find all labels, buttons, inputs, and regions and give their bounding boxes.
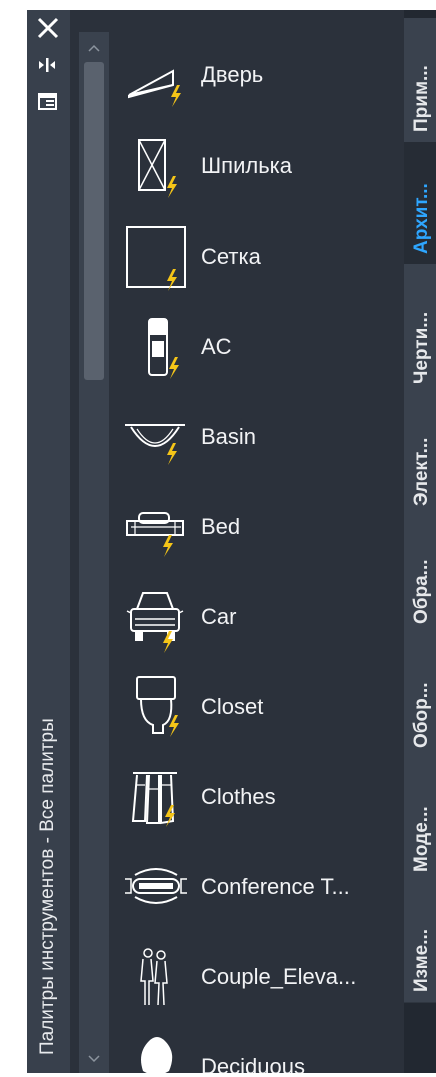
tool-label: Deciduous <box>201 1054 305 1073</box>
deciduous-tree-icon <box>123 1031 189 1073</box>
car-icon <box>123 581 189 653</box>
tab-electrical[interactable]: Элект... <box>404 394 436 517</box>
tool-palette-window: Палитры инструментов - Все палитры Дверь… <box>27 10 436 1073</box>
grid-icon <box>123 221 189 293</box>
pin-icon <box>123 130 189 202</box>
clothes-icon <box>123 761 189 833</box>
bed-icon <box>123 491 189 563</box>
tool-label: Basin <box>201 424 257 449</box>
ac-icon <box>123 311 189 383</box>
tool-label: Bed <box>201 514 241 539</box>
tool-label: Дверь <box>201 62 264 87</box>
tool-label: Couple_Eleva... <box>201 964 357 989</box>
palette-title-bar[interactable]: Палитры инструментов - Все палитры <box>27 10 70 1073</box>
tool-label: Car <box>201 604 237 629</box>
tool-label: Conference T... <box>201 874 350 899</box>
tab-equipment[interactable]: Обор... <box>404 634 436 759</box>
palette-title: Палитры инструментов - Все палитры <box>37 718 58 1055</box>
closet-icon <box>123 671 189 743</box>
tool-couple-elevation[interactable]: Couple_Eleva... <box>109 938 407 1016</box>
tool-grid[interactable]: Сетка <box>109 218 407 296</box>
tab-label: Прим... <box>411 65 432 132</box>
tab-architectural[interactable]: Архит... <box>404 142 436 265</box>
tool-list: Дверь Шпилька Сетка AC Basin Bed Car Clo… <box>109 10 407 1073</box>
tab-label: Черти... <box>411 311 432 384</box>
close-icon[interactable] <box>34 14 62 42</box>
tab-label: Архит... <box>411 183 432 254</box>
couple-elevation-icon <box>123 941 189 1013</box>
scroll-thumb[interactable] <box>84 62 104 380</box>
tool-label: Clothes <box>201 784 276 809</box>
door-icon <box>123 39 189 111</box>
tool-label: AC <box>201 334 232 359</box>
tool-deciduous[interactable]: Deciduous <box>109 1028 407 1073</box>
tab-label: Изме... <box>411 928 432 992</box>
conference-table-icon <box>123 851 189 923</box>
properties-icon[interactable] <box>34 88 62 116</box>
palette-tabs: Прим... Архит... Черти... Элект... Обра.… <box>404 10 436 1073</box>
auto-hide-icon[interactable] <box>34 52 62 80</box>
tool-label: Сетка <box>201 244 261 269</box>
tab-dimensions[interactable]: Изме... <box>404 882 436 1003</box>
tool-clothes[interactable]: Clothes <box>109 758 407 836</box>
tool-pin[interactable]: Шпилька <box>109 127 407 205</box>
tab-label: Обра... <box>411 559 432 624</box>
tab-modeling[interactable]: Моде... <box>404 758 436 883</box>
tool-car[interactable]: Car <box>109 578 407 656</box>
scrollbar[interactable] <box>79 32 109 1073</box>
tool-ac[interactable]: AC <box>109 308 407 386</box>
tab-drafting[interactable]: Черти... <box>404 264 436 395</box>
basin-icon <box>123 401 189 473</box>
tool-conference-table[interactable]: Conference T... <box>109 848 407 926</box>
tool-basin[interactable]: Basin <box>109 398 407 476</box>
tab-label: Обор... <box>411 682 432 748</box>
tab-samples[interactable]: Обра... <box>404 516 436 635</box>
tab-annotation[interactable]: Прим... <box>404 18 436 143</box>
tab-label: Моде... <box>411 806 432 872</box>
tool-label: Шпилька <box>201 153 293 178</box>
scroll-down-icon[interactable] <box>79 1047 109 1071</box>
scroll-up-icon[interactable] <box>79 36 109 60</box>
tool-bed[interactable]: Bed <box>109 488 407 566</box>
tab-label: Элект... <box>411 437 432 506</box>
tool-door[interactable]: Дверь <box>109 36 407 114</box>
tool-label: Closet <box>201 694 264 719</box>
tool-closet[interactable]: Closet <box>109 668 407 746</box>
